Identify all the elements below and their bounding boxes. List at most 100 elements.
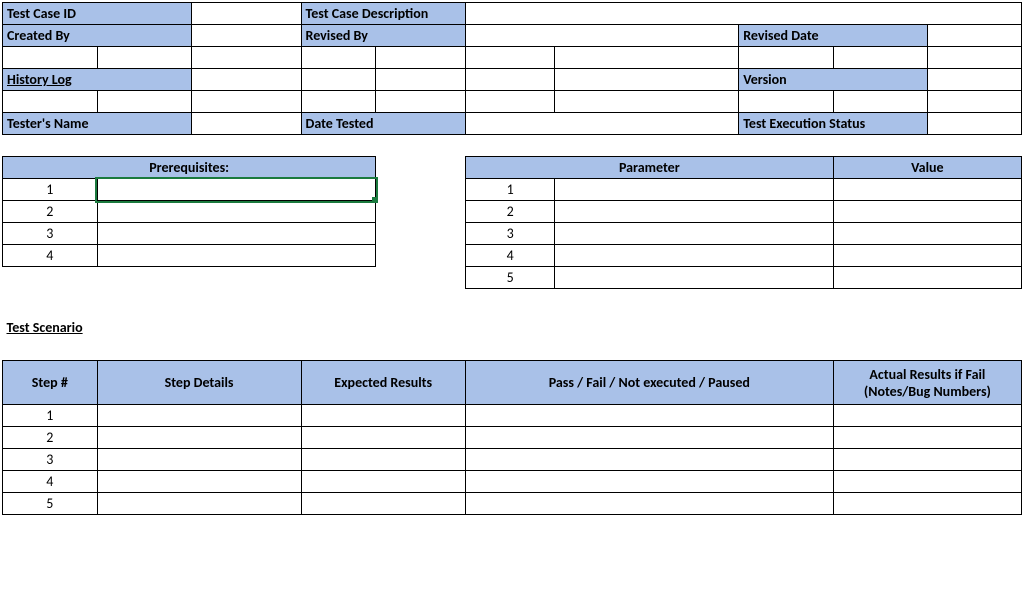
version-label: Version [739,69,928,91]
step-details[interactable] [97,471,301,493]
param-num: 1 [465,179,555,201]
param-name[interactable] [555,201,833,223]
spacer [555,47,739,69]
history-log-cell[interactable] [555,69,739,91]
spacer [3,289,1022,317]
testers-name-value[interactable] [192,113,301,135]
spacer [97,91,192,113]
revised-by-label: Revised By [301,25,465,47]
prereq-value[interactable] [97,201,376,223]
history-log-cell[interactable] [301,69,376,91]
pass-fail-header: Pass / Fail / Not executed / Paused [465,361,833,405]
prereq-num: 3 [3,223,98,245]
spacer [192,91,301,113]
spacer [465,91,555,113]
param-num: 4 [465,245,555,267]
spacer [376,245,466,267]
expected-results[interactable] [301,471,465,493]
step-num: 2 [3,427,98,449]
param-value[interactable] [833,223,1021,245]
created-by-label: Created By [3,25,192,47]
spacer [376,201,466,223]
spacer [3,91,98,113]
history-log-cell[interactable] [192,69,301,91]
prereq-value[interactable] [97,245,376,267]
test-scenario-title: Test Scenario [3,317,1022,339]
prereq-num: 2 [3,201,98,223]
spacer [376,91,466,113]
step-details[interactable] [97,449,301,471]
created-by-value[interactable] [192,25,301,47]
test-case-description-value[interactable] [465,3,1021,25]
spacer [3,267,376,289]
param-value[interactable] [833,179,1021,201]
param-num: 3 [465,223,555,245]
pass-fail[interactable] [465,449,833,471]
spacer [928,47,1022,69]
pass-fail[interactable] [465,405,833,427]
param-num: 2 [465,201,555,223]
step-num: 1 [3,405,98,427]
prereq-num: 1 [3,179,98,201]
history-log-label: History Log [3,69,192,91]
param-value[interactable] [833,267,1021,289]
step-details[interactable] [97,493,301,515]
spacer [833,91,928,113]
actual-results[interactable] [833,427,1021,449]
test-execution-status-value[interactable] [928,113,1022,135]
date-tested-value[interactable] [465,113,738,135]
date-tested-label: Date Tested [301,113,465,135]
prerequisites-title: Prerequisites: [3,157,376,179]
step-details[interactable] [97,405,301,427]
param-name[interactable] [555,267,833,289]
pass-fail[interactable] [465,471,833,493]
spacer [301,47,376,69]
actual-results[interactable] [833,471,1021,493]
prereq-value[interactable] [97,179,376,201]
param-value[interactable] [833,245,1021,267]
expected-results-header: Expected Results [301,361,465,405]
step-num: 3 [3,449,98,471]
actual-results[interactable] [833,405,1021,427]
parameter-header: Parameter [465,157,833,179]
spacer [3,47,98,69]
param-name[interactable] [555,223,833,245]
history-log-cell[interactable] [465,69,555,91]
spacer [97,47,192,69]
spacer [555,91,739,113]
revised-date-label: Revised Date [739,25,928,47]
expected-results[interactable] [301,493,465,515]
spacer [3,135,1022,157]
version-value[interactable] [928,69,1022,91]
history-log-cell[interactable] [376,69,466,91]
param-value[interactable] [833,201,1021,223]
test-case-id-value[interactable] [192,3,301,25]
actual-results[interactable] [833,449,1021,471]
test-case-description-label: Test Case Description [301,3,465,25]
pass-fail[interactable] [465,427,833,449]
spacer [739,47,834,69]
prereq-value[interactable] [97,223,376,245]
spacer [376,267,466,289]
actual-results[interactable] [833,493,1021,515]
spacer [376,47,466,69]
revised-by-value[interactable] [465,25,738,47]
spacer [3,339,1022,361]
revised-date-value[interactable] [928,25,1022,47]
expected-results[interactable] [301,449,465,471]
expected-results[interactable] [301,405,465,427]
param-num: 5 [465,267,555,289]
test-execution-status-label: Test Execution Status [739,113,928,135]
step-details[interactable] [97,427,301,449]
prereq-num: 4 [3,245,98,267]
value-header: Value [833,157,1021,179]
param-name[interactable] [555,179,833,201]
step-details-header: Step Details [97,361,301,405]
test-case-template-table: Test Case ID Test Case Description Creat… [2,2,1022,515]
param-name[interactable] [555,245,833,267]
expected-results[interactable] [301,427,465,449]
pass-fail[interactable] [465,493,833,515]
testers-name-label: Tester's Name [3,113,192,135]
actual-results-header: Actual Results if Fail (Notes/Bug Number… [833,361,1021,405]
spacer [301,91,376,113]
